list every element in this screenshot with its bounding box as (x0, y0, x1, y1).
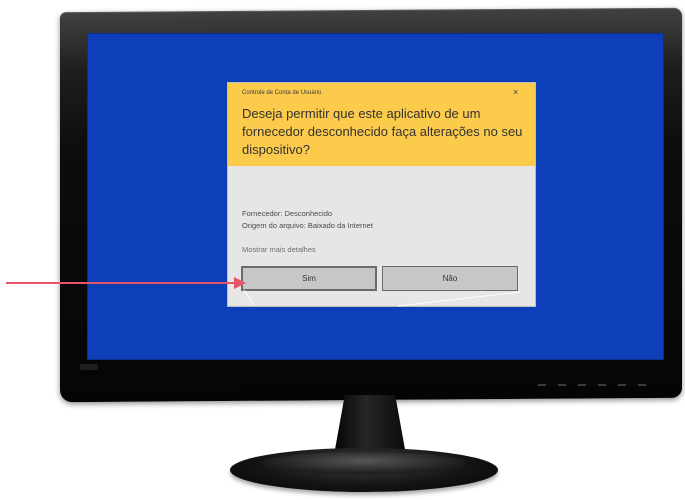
dialog-caption: Controle de Conta de Usuário (242, 90, 322, 96)
uac-dialog: Controle de Conta de Usuário × Deseja pe… (228, 83, 535, 306)
publisher-info: Fornecedor: Desconhecido Origem do arqui… (242, 208, 373, 232)
monitor-button (538, 384, 546, 386)
arrow-right-icon (6, 277, 246, 289)
dialog-question: Deseja permitir que este aplicativo de u… (242, 106, 523, 157)
monitor-button (638, 384, 646, 386)
publisher-line: Fornecedor: Desconhecido (242, 209, 333, 218)
monitor-base-top (262, 452, 466, 474)
monitor-button (598, 384, 606, 386)
yes-button[interactable]: Sim (241, 266, 377, 291)
monitor-control-buttons (538, 384, 646, 386)
monitor-button (558, 384, 566, 386)
no-button[interactable]: Não (382, 266, 518, 291)
origin-line: Origem do arquivo: Baixado da Internet (242, 221, 373, 230)
monitor-button (618, 384, 626, 386)
monitor-button (578, 384, 586, 386)
monitor-illustration: Controle de Conta de Usuário × Deseja pe… (0, 0, 685, 500)
uac-header: Controle de Conta de Usuário × Deseja pe… (228, 83, 535, 166)
monitor-neck (334, 395, 406, 455)
close-icon[interactable]: × (513, 87, 518, 97)
monitor-logo (80, 364, 98, 370)
more-details-link[interactable]: Mostrar mais detalhes (242, 245, 316, 254)
